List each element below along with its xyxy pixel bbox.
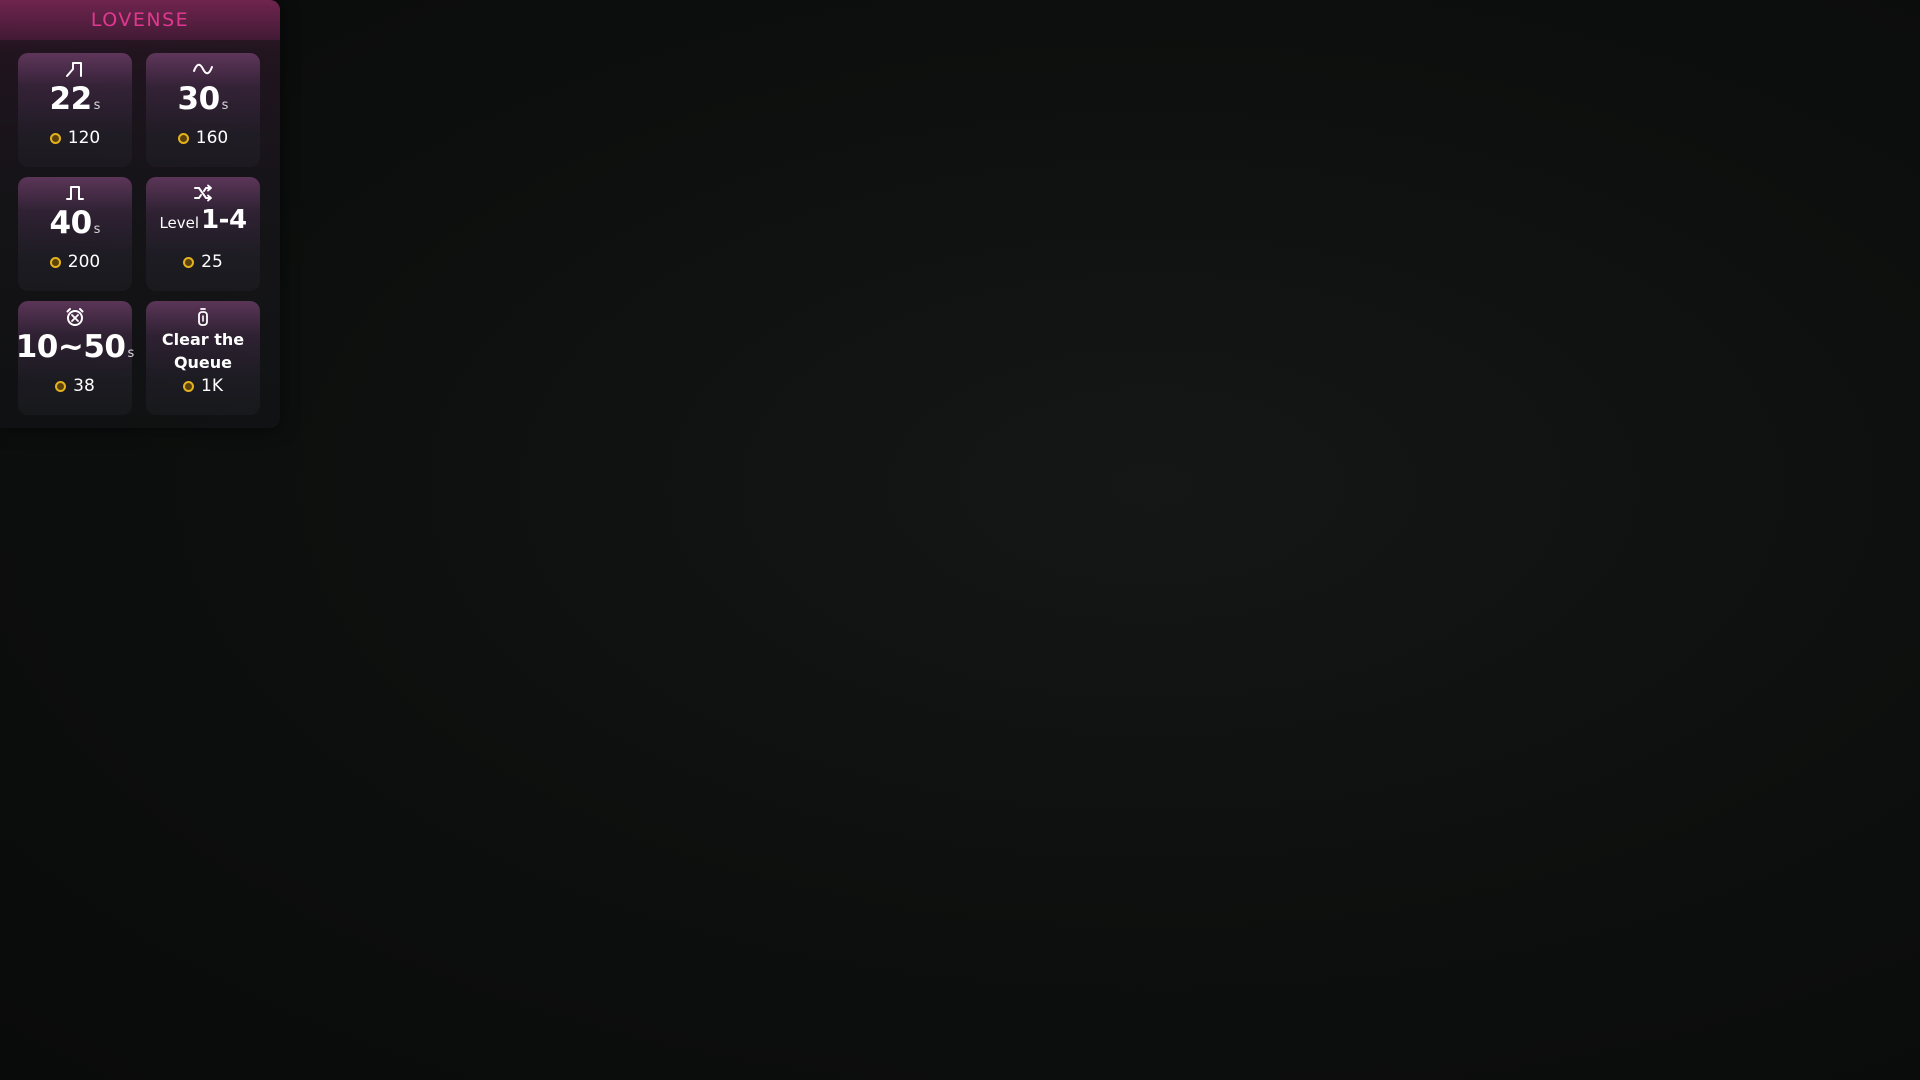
level-prefix: Level bbox=[159, 214, 200, 232]
token-coin-icon bbox=[49, 132, 61, 144]
duration-unit: s bbox=[221, 98, 229, 113]
sine-wave-icon bbox=[191, 59, 215, 79]
price-value: 38 bbox=[73, 376, 95, 396]
price-value: 200 bbox=[67, 252, 101, 272]
tip-level-grid: 22 s 120 30 s 160 40 s 200 Level 1-4 25 … bbox=[16, 53, 262, 415]
action-line-1: Clear the bbox=[161, 330, 245, 349]
tile-price: 120 bbox=[49, 128, 101, 148]
duration-unit: s bbox=[127, 346, 135, 361]
duration-value: 10~50 bbox=[15, 329, 126, 365]
tile-price: 160 bbox=[177, 128, 229, 148]
pulse-wave-icon bbox=[63, 183, 87, 203]
token-coin-icon bbox=[177, 132, 189, 144]
action-line-2: Queue bbox=[173, 353, 233, 372]
tile-price: 25 bbox=[183, 252, 223, 272]
duration-value: 30 bbox=[177, 81, 221, 117]
token-coin-icon bbox=[183, 380, 195, 392]
alarm-clock-icon bbox=[63, 307, 87, 327]
price-value: 25 bbox=[201, 252, 223, 272]
token-coin-icon bbox=[55, 380, 67, 392]
tile-duration: 30 s bbox=[178, 81, 229, 121]
toy-icon bbox=[191, 307, 215, 327]
tip-tile-30s[interactable]: 30 s 160 bbox=[146, 53, 260, 167]
tip-tile-random-level[interactable]: Level 1-4 25 bbox=[146, 177, 260, 291]
duration-unit: s bbox=[93, 98, 101, 113]
duration-value: 22 bbox=[49, 81, 93, 117]
token-coin-icon bbox=[49, 256, 61, 268]
duration-unit: s bbox=[93, 222, 101, 237]
shuffle-icon bbox=[191, 183, 215, 203]
price-value: 120 bbox=[67, 128, 101, 148]
panel-header: LOVENSE bbox=[0, 0, 280, 40]
tile-duration: 40 s bbox=[50, 205, 101, 245]
tip-tile-40s[interactable]: 40 s 200 bbox=[18, 177, 132, 291]
tile-level: Level 1-4 bbox=[159, 205, 247, 245]
tile-duration: 22 s bbox=[50, 81, 101, 121]
tip-tile-clear-queue[interactable]: Clear the Queue 1K bbox=[146, 301, 260, 415]
video-background bbox=[0, 0, 1920, 1080]
price-value: 160 bbox=[195, 128, 229, 148]
price-value: 1K bbox=[201, 376, 223, 396]
step-wave-icon bbox=[63, 59, 87, 79]
lovense-logo: LOVENSE bbox=[90, 9, 190, 31]
tile-action: Clear the Queue bbox=[162, 327, 244, 375]
tile-duration: 10~50 s bbox=[16, 329, 135, 369]
tip-tile-random-time[interactable]: 10~50 s 38 bbox=[16, 301, 135, 415]
level-range: 1-4 bbox=[201, 205, 247, 235]
lovense-tip-menu: LOVENSE 22 s 120 30 s 160 40 s 200 Level… bbox=[0, 0, 280, 428]
tile-price: 38 bbox=[55, 376, 95, 396]
tile-price: 1K bbox=[183, 376, 223, 396]
duration-value: 40 bbox=[49, 205, 93, 241]
tip-tile-22s[interactable]: 22 s 120 bbox=[18, 53, 132, 167]
tile-price: 200 bbox=[49, 252, 101, 272]
token-coin-icon bbox=[183, 256, 195, 268]
